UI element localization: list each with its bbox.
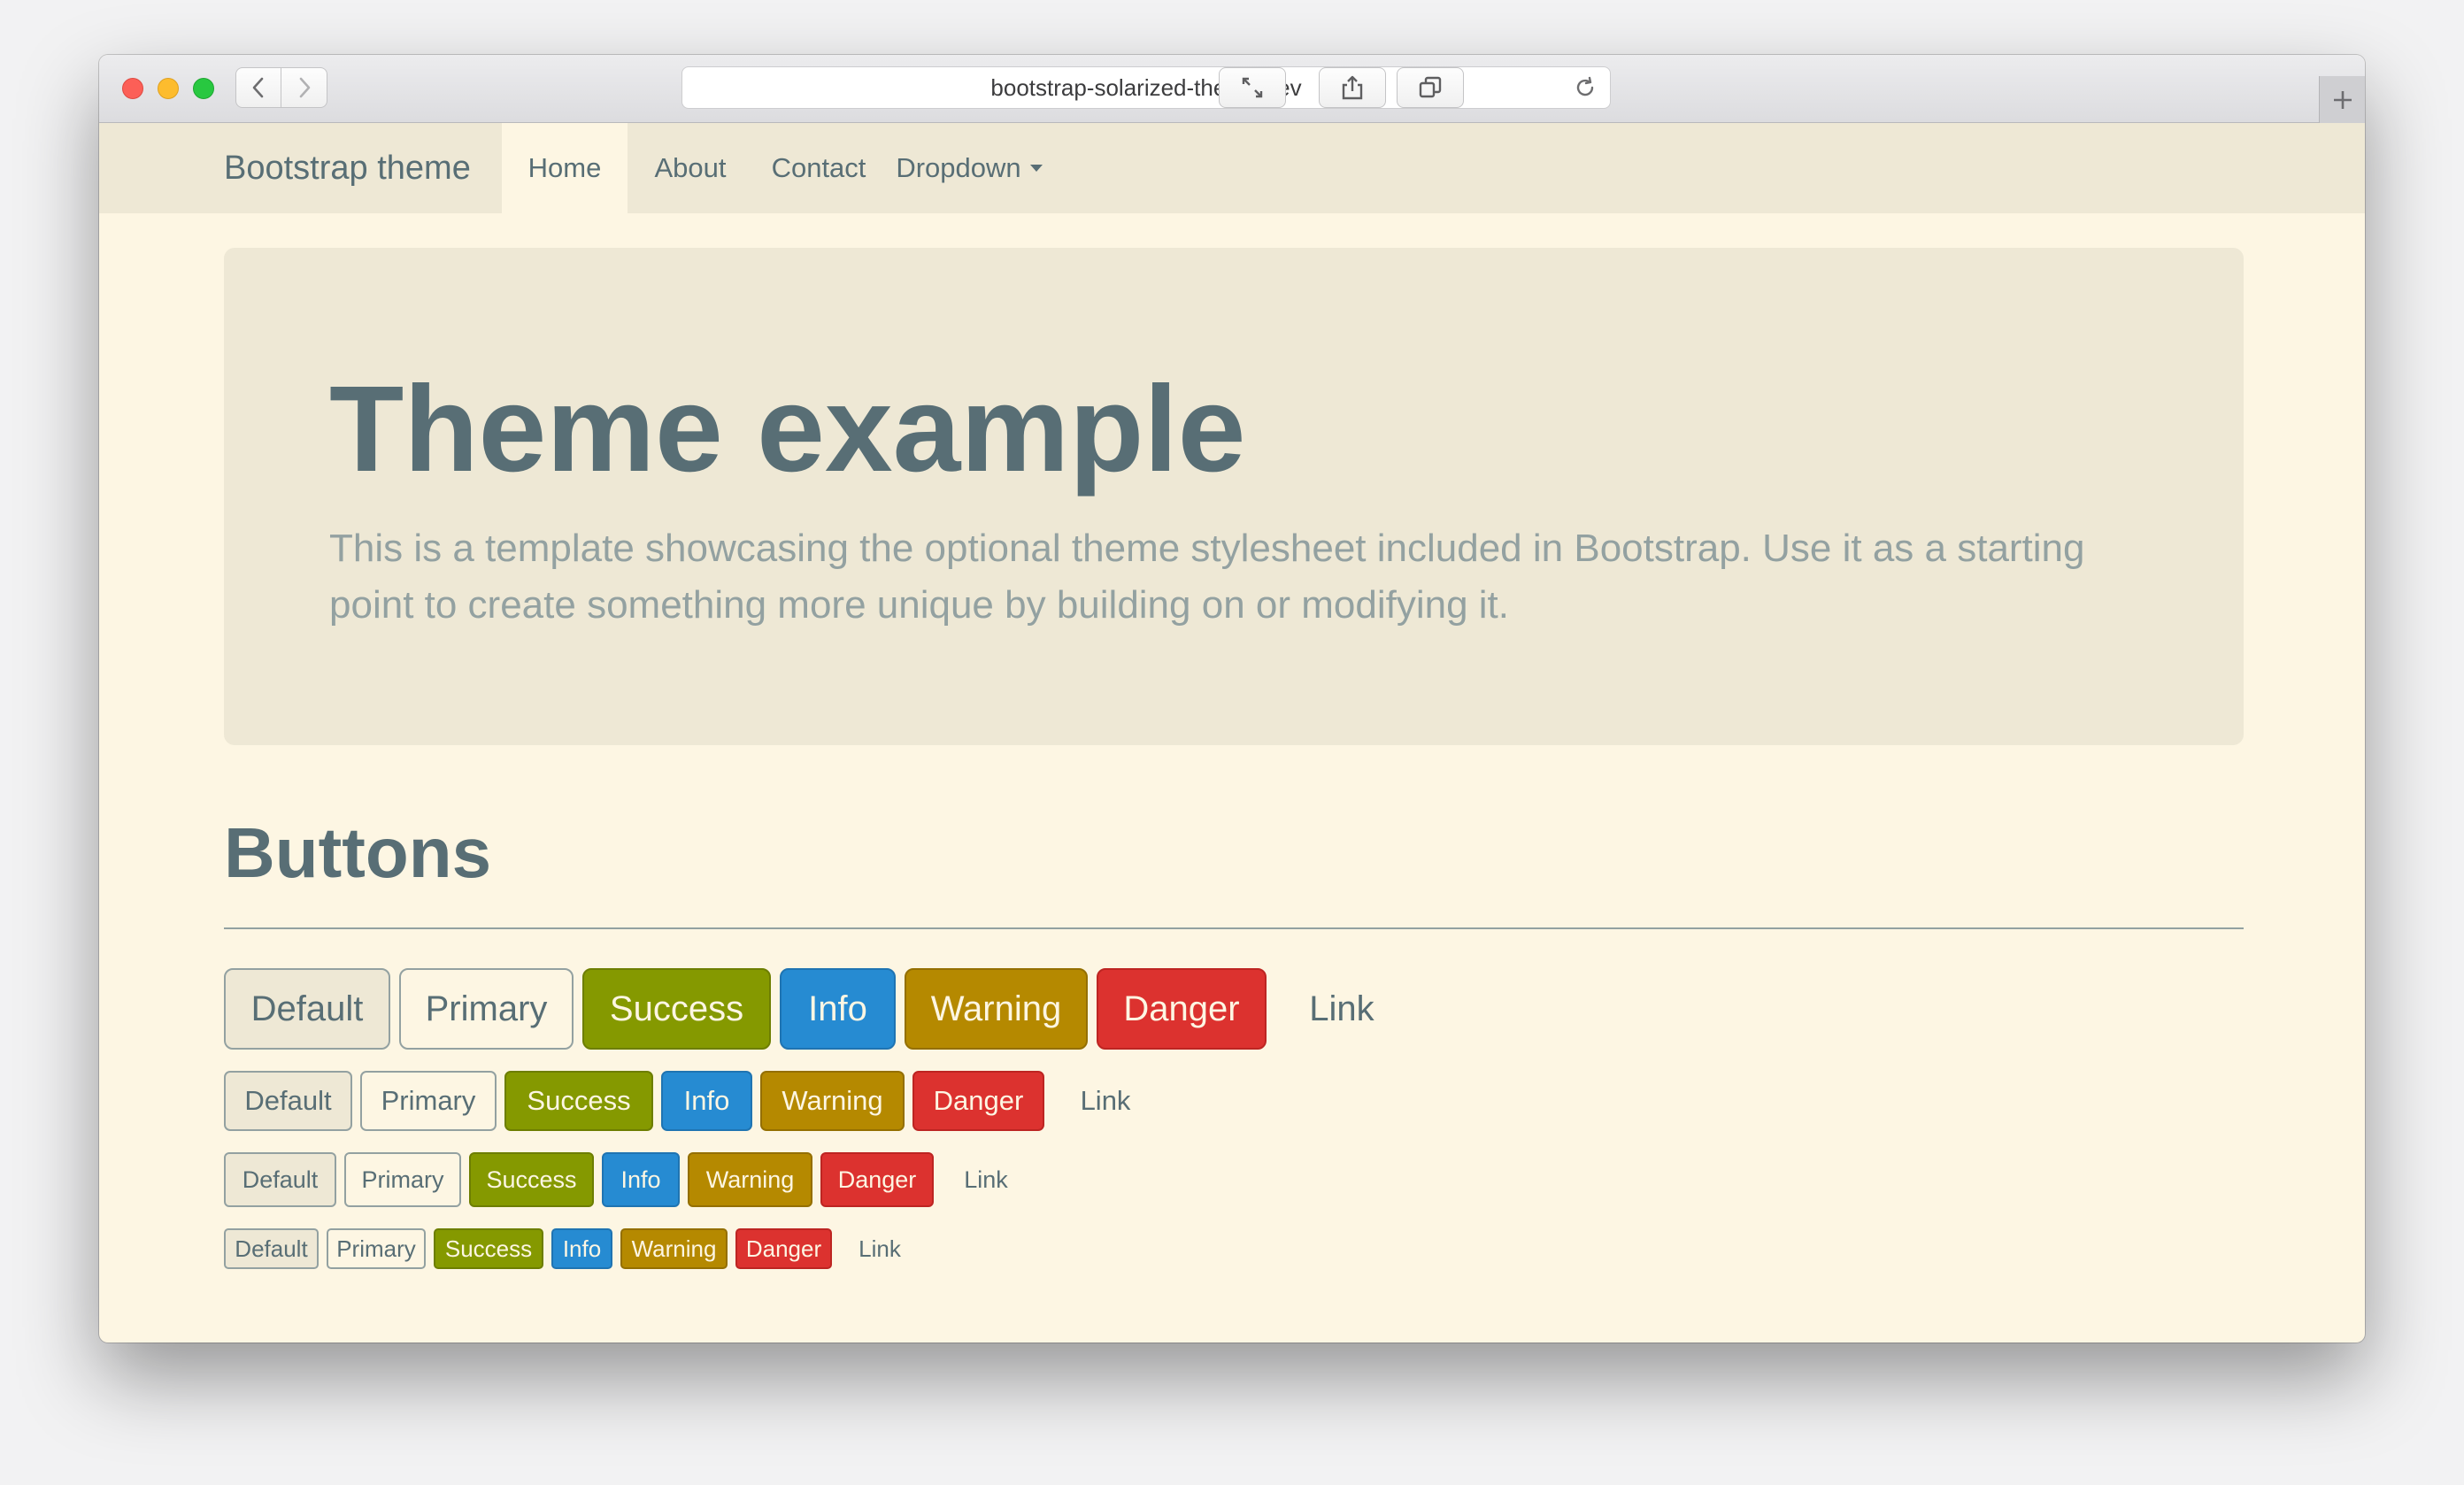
browser-window: bootstrap-solarized-theme.dev Bootstrap … bbox=[99, 55, 2365, 1343]
reload-icon[interactable] bbox=[1573, 75, 1598, 100]
info-button-xs[interactable]: Info bbox=[551, 1228, 612, 1269]
share-icon bbox=[1342, 75, 1363, 100]
fullscreen-button[interactable] bbox=[1219, 67, 1286, 108]
minimize-window-button[interactable] bbox=[158, 78, 179, 99]
tabs-overview-button[interactable] bbox=[1397, 67, 1464, 108]
warning-button-lg[interactable]: Warning bbox=[905, 968, 1088, 1050]
browser-titlebar: bootstrap-solarized-theme.dev bbox=[99, 55, 2365, 123]
danger-button-xs[interactable]: Danger bbox=[735, 1228, 832, 1269]
default-button-xs[interactable]: Default bbox=[224, 1228, 319, 1269]
primary-button-md[interactable]: Primary bbox=[360, 1071, 497, 1131]
warning-button-xs[interactable]: Warning bbox=[620, 1228, 728, 1269]
success-button-lg[interactable]: Success bbox=[582, 968, 771, 1050]
share-button[interactable] bbox=[1319, 67, 1386, 108]
success-button-md[interactable]: Success bbox=[504, 1071, 653, 1131]
danger-button-sm[interactable]: Danger bbox=[820, 1152, 934, 1207]
button-row-xsmall: Default Primary Success Info Warning Dan… bbox=[224, 1228, 928, 1269]
warning-button-md[interactable]: Warning bbox=[760, 1071, 905, 1131]
link-button-xs[interactable]: Link bbox=[840, 1228, 920, 1269]
danger-button-lg[interactable]: Danger bbox=[1097, 968, 1267, 1050]
new-tab-button[interactable] bbox=[2319, 76, 2365, 123]
primary-button-xs[interactable]: Primary bbox=[327, 1228, 426, 1269]
address-bar[interactable]: bootstrap-solarized-theme.dev bbox=[681, 66, 1611, 109]
nav-item-label: Dropdown bbox=[896, 152, 1021, 183]
default-button-lg[interactable]: Default bbox=[224, 968, 390, 1050]
buttons-section-title: Buttons bbox=[224, 813, 492, 892]
link-button-lg[interactable]: Link bbox=[1275, 968, 1408, 1050]
section-divider bbox=[224, 927, 2244, 929]
nav-item-label: Contact bbox=[771, 152, 866, 183]
chevron-left-icon bbox=[252, 77, 264, 98]
plus-icon bbox=[2333, 90, 2352, 109]
nav-item-about[interactable]: About bbox=[628, 123, 753, 213]
forward-button[interactable] bbox=[281, 67, 327, 108]
url-text[interactable]: bootstrap-solarized-theme.dev bbox=[682, 67, 1610, 108]
navbar-brand[interactable]: Bootstrap theme bbox=[224, 123, 471, 213]
info-button-sm[interactable]: Info bbox=[602, 1152, 680, 1207]
chevron-right-icon bbox=[299, 77, 310, 98]
zoom-window-button[interactable] bbox=[193, 78, 214, 99]
fullscreen-icon bbox=[1242, 77, 1263, 98]
default-button-sm[interactable]: Default bbox=[224, 1152, 336, 1207]
jumbotron: Theme example This is a template showcas… bbox=[224, 248, 2244, 745]
warning-button-sm[interactable]: Warning bbox=[688, 1152, 812, 1207]
nav-item-dropdown[interactable]: Dropdown bbox=[884, 123, 1054, 213]
default-button-md[interactable]: Default bbox=[224, 1071, 352, 1131]
link-button-md[interactable]: Link bbox=[1052, 1071, 1159, 1131]
site-navbar: Bootstrap theme Home About Contact Dropd… bbox=[99, 123, 2365, 213]
nav-item-contact[interactable]: Contact bbox=[753, 123, 884, 213]
nav-item-home[interactable]: Home bbox=[502, 123, 628, 213]
danger-button-md[interactable]: Danger bbox=[912, 1071, 1044, 1131]
caret-down-icon bbox=[1029, 165, 1043, 173]
info-button-md[interactable]: Info bbox=[661, 1071, 752, 1131]
button-row-large: Default Primary Success Info Warning Dan… bbox=[224, 968, 1417, 1050]
primary-button-lg[interactable]: Primary bbox=[399, 968, 574, 1050]
success-button-xs[interactable]: Success bbox=[434, 1228, 543, 1269]
success-button-sm[interactable]: Success bbox=[469, 1152, 594, 1207]
button-row-small: Default Primary Success Info Warning Dan… bbox=[224, 1152, 1038, 1207]
tabs-overview-icon bbox=[1419, 76, 1442, 98]
nav-item-label: Home bbox=[527, 152, 602, 183]
jumbotron-lead: This is a template showcasing the option… bbox=[329, 527, 2085, 627]
back-button[interactable] bbox=[235, 67, 281, 108]
close-window-button[interactable] bbox=[122, 78, 143, 99]
jumbotron-title: Theme example bbox=[329, 361, 1246, 497]
link-button-sm[interactable]: Link bbox=[942, 1152, 1030, 1207]
primary-button-sm[interactable]: Primary bbox=[344, 1152, 461, 1207]
info-button-lg[interactable]: Info bbox=[780, 968, 896, 1050]
nav-item-label: About bbox=[654, 152, 727, 183]
button-row-default: Default Primary Success Info Warning Dan… bbox=[224, 1071, 1167, 1131]
